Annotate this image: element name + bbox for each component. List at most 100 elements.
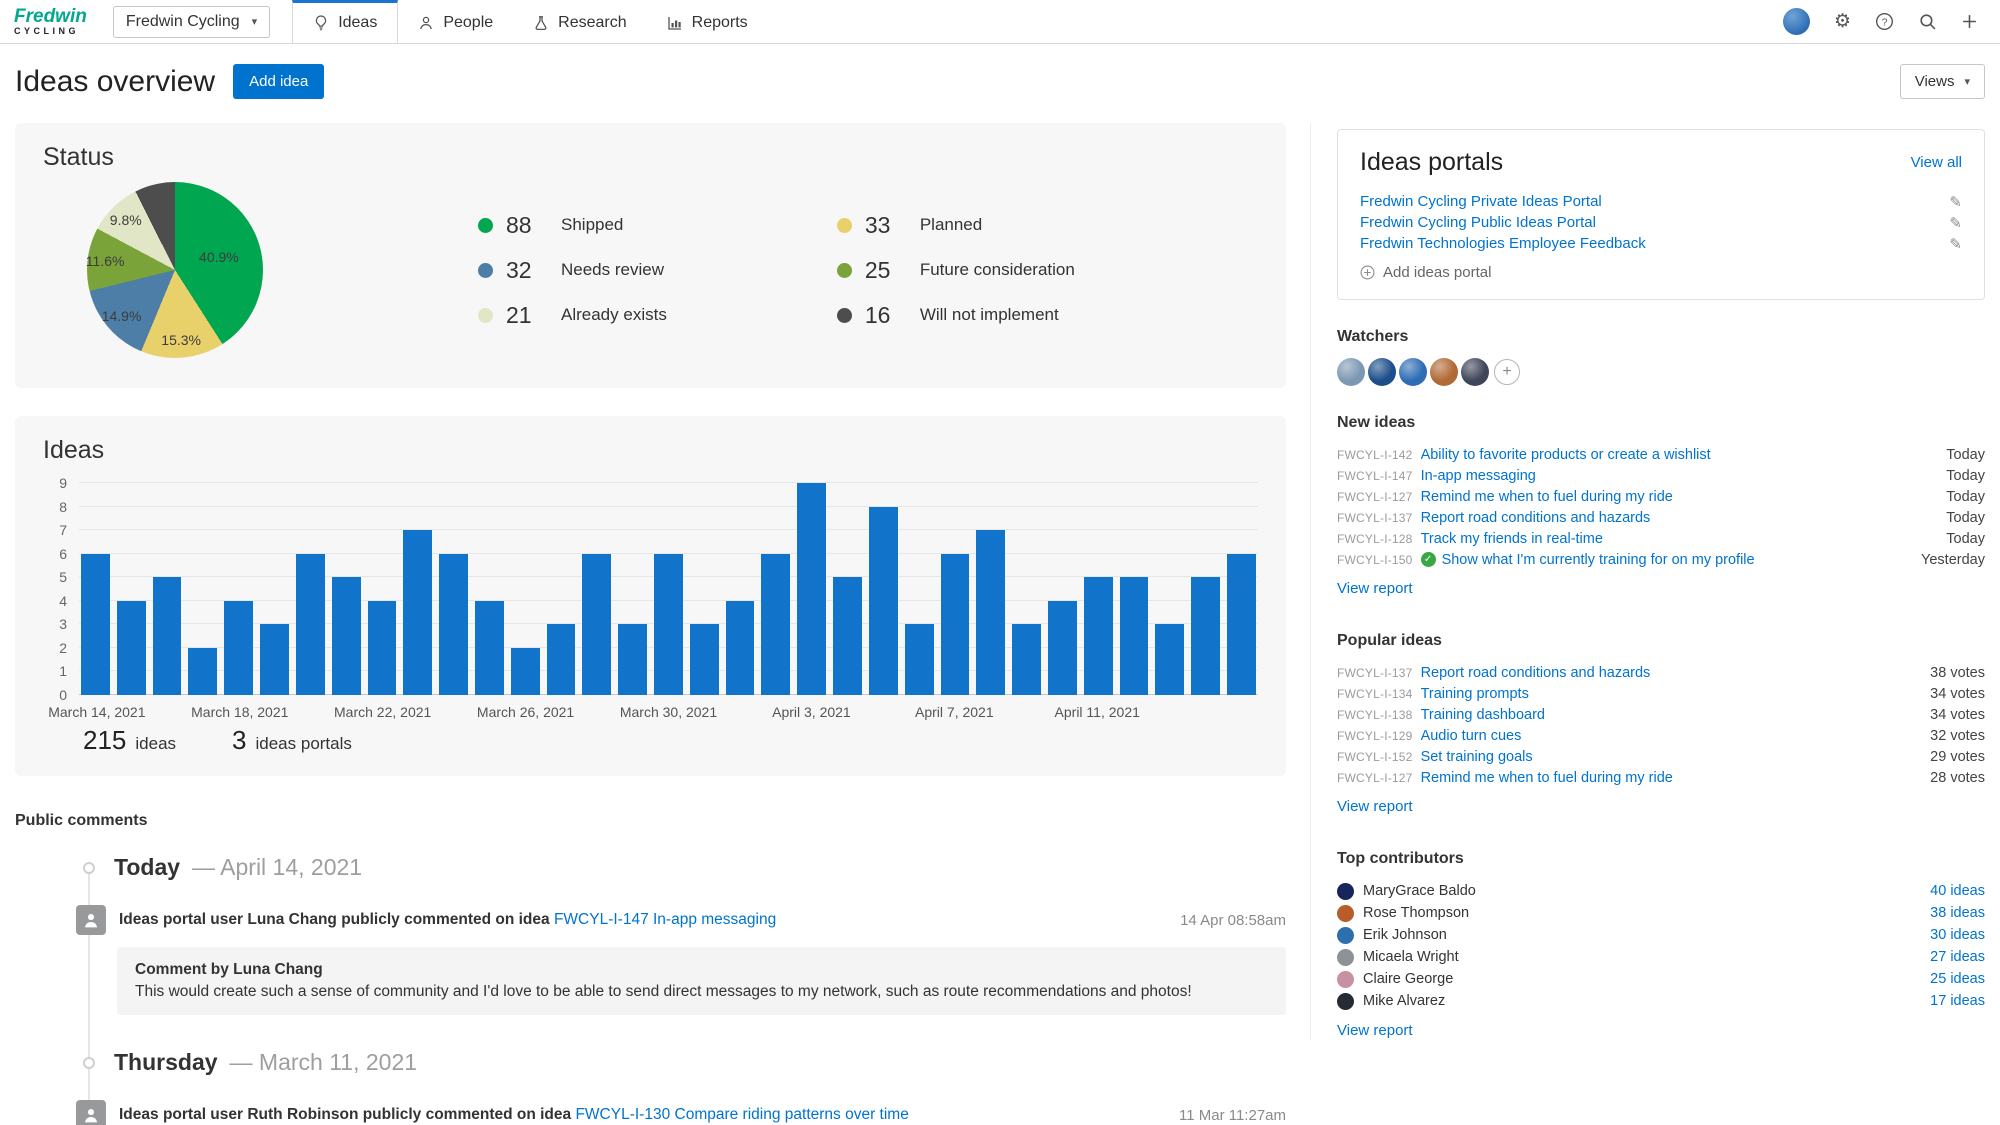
circle-plus-icon [1360, 265, 1375, 280]
idea-title-link[interactable]: Show what I'm currently training for on … [1442, 552, 1755, 568]
contributor-ideas-link[interactable]: 30 ideas [1930, 927, 1985, 943]
edit-pencil-icon[interactable]: ✎ [1949, 235, 1962, 253]
idea-link[interactable]: FWCYL-I-130 Compare riding patterns over… [575, 1106, 908, 1123]
idea-votes: 38 votes [1916, 665, 1985, 681]
contributor-name: Claire George [1363, 971, 1453, 987]
pie-percent-label: 14.9% [102, 308, 142, 324]
idea-row: FWCYL-I-138Training dashboard34 votes [1337, 704, 1985, 725]
idea-title-link[interactable]: Report road conditions and hazards [1421, 510, 1651, 526]
view-all-link[interactable]: View all [1911, 154, 1962, 171]
idea-link[interactable]: FWCYL-I-147 In-app messaging [554, 911, 776, 928]
watcher-avatar[interactable] [1399, 358, 1427, 386]
contributor-avatar [1337, 949, 1354, 966]
tab-research[interactable]: Research [513, 0, 646, 43]
comment-timestamp: 11 Mar 11:27am [1179, 1107, 1286, 1124]
brand-logo[interactable]: Fredwin CYCLING [14, 0, 87, 43]
idea-title-link[interactable]: Ability to favorite products or create a… [1421, 447, 1711, 463]
idea-title-link[interactable]: Training prompts [1421, 686, 1529, 702]
chart-icon [667, 15, 683, 31]
contributor-avatar [1337, 971, 1354, 988]
legend-label: Future consideration [920, 260, 1075, 280]
plus-icon[interactable] [1961, 13, 1978, 30]
comment-box-text: This would create such a sense of commun… [135, 983, 1268, 1001]
contributor-avatar [1337, 927, 1354, 944]
user-avatar[interactable] [1783, 8, 1810, 35]
bar [726, 601, 755, 695]
tab-reports[interactable]: Reports [647, 0, 768, 43]
watcher-avatar[interactable] [1368, 358, 1396, 386]
idea-title-link[interactable]: Set training goals [1421, 749, 1533, 765]
idea-title-link[interactable]: Report road conditions and hazards [1421, 665, 1651, 681]
idea-title-link[interactable]: Remind me when to fuel during my ride [1421, 489, 1673, 505]
idea-id: FWCYL-I-142 [1337, 448, 1413, 462]
workspace-label: Fredwin Cycling [126, 13, 240, 31]
bar [547, 624, 576, 695]
brand-name: Fredwin [14, 7, 87, 26]
legend-label: Needs review [561, 260, 664, 280]
legend-item: 16Will not implement [837, 302, 1075, 329]
contributor-row: Rose Thompson38 ideas [1337, 902, 1985, 924]
watcher-avatar[interactable] [1461, 358, 1489, 386]
app-root: Fredwin CYCLING Fredwin Cycling ▾ IdeasP… [0, 0, 2000, 1125]
status-card-title: Status [43, 143, 1258, 172]
portal-link[interactable]: Fredwin Technologies Employee Feedback [1360, 235, 1646, 252]
contributor-ideas-link[interactable]: 40 ideas [1930, 883, 1985, 899]
views-button[interactable]: Views ▾ [1900, 64, 1985, 99]
idea-title-link[interactable]: Track my friends in real-time [1421, 531, 1603, 547]
legend-dot [837, 308, 852, 323]
x-axis-label: April 7, 2021 [915, 704, 994, 720]
idea-row: FWCYL-I-137Report road conditions and ha… [1337, 662, 1985, 683]
idea-title-link[interactable]: Audio turn cues [1421, 728, 1522, 744]
contributor-ideas-link[interactable]: 27 ideas [1930, 949, 1985, 965]
watcher-avatar[interactable] [1337, 358, 1365, 386]
commenter-avatar [76, 1100, 106, 1125]
add-ideas-portal-button[interactable]: Add ideas portal [1360, 264, 1962, 281]
ideas-count-stat: 215 ideas [83, 725, 176, 756]
edit-pencil-icon[interactable]: ✎ [1949, 193, 1962, 211]
bar [797, 483, 826, 695]
public-comments-title: Public comments [15, 812, 1286, 830]
edit-pencil-icon[interactable]: ✎ [1949, 214, 1962, 232]
contributor-name: Erik Johnson [1363, 927, 1447, 943]
idea-row: FWCYL-I-129Audio turn cues32 votes [1337, 725, 1985, 746]
legend-count: 88 [506, 212, 548, 239]
legend-item: 88Shipped [478, 212, 667, 239]
bar [1012, 624, 1041, 695]
contributor-ideas-link[interactable]: 38 ideas [1930, 905, 1985, 921]
chart-stats: 215 ideas 3 ideas portals [83, 725, 1258, 756]
x-axis-label: March 30, 2021 [620, 704, 717, 720]
tab-ideas[interactable]: Ideas [292, 0, 398, 43]
contributors-view-report-link[interactable]: View report [1337, 1022, 1413, 1039]
comment-box: Comment by Luna ChangThis would create s… [117, 947, 1286, 1015]
portal-link[interactable]: Fredwin Cycling Private Ideas Portal [1360, 193, 1602, 210]
new-ideas-view-report-link[interactable]: View report [1337, 580, 1413, 597]
portal-link[interactable]: Fredwin Cycling Public Ideas Portal [1360, 214, 1596, 231]
search-icon[interactable] [1918, 12, 1937, 31]
idea-id: FWCYL-I-127 [1337, 490, 1413, 504]
pie-percent-label: 11.6% [86, 253, 125, 269]
y-axis-tick: 2 [59, 640, 67, 656]
watcher-avatar[interactable] [1430, 358, 1458, 386]
gear-icon[interactable]: ⚙ [1834, 10, 1851, 33]
legend-dot [478, 263, 493, 278]
bar [1048, 601, 1077, 695]
y-axis-tick: 1 [59, 663, 67, 679]
brand-subtitle: CYCLING [14, 26, 87, 36]
help-icon[interactable]: ? [1875, 12, 1894, 31]
content: Status 40.9%15.3%14.9%11.6%9.8% 88Shippe… [0, 123, 2000, 1125]
nav-right-icons: ⚙ ? [1783, 0, 2000, 43]
contributor-ideas-link[interactable]: 25 ideas [1930, 971, 1985, 987]
top-contributors-title: Top contributors [1337, 850, 1985, 868]
legend-item: 25Future consideration [837, 257, 1075, 284]
portals-count-stat: 3 ideas portals [232, 725, 352, 756]
idea-title-link[interactable]: In-app messaging [1421, 468, 1536, 484]
bar [403, 530, 432, 695]
add-watcher-button[interactable]: + [1494, 359, 1520, 385]
idea-title-link[interactable]: Remind me when to fuel during my ride [1421, 770, 1673, 786]
add-idea-button[interactable]: Add idea [233, 64, 324, 99]
contributor-ideas-link[interactable]: 17 ideas [1930, 993, 1985, 1009]
workspace-selector[interactable]: Fredwin Cycling ▾ [113, 6, 270, 38]
popular-ideas-view-report-link[interactable]: View report [1337, 798, 1413, 815]
idea-title-link[interactable]: Training dashboard [1421, 707, 1545, 723]
tab-people[interactable]: People [398, 0, 513, 43]
